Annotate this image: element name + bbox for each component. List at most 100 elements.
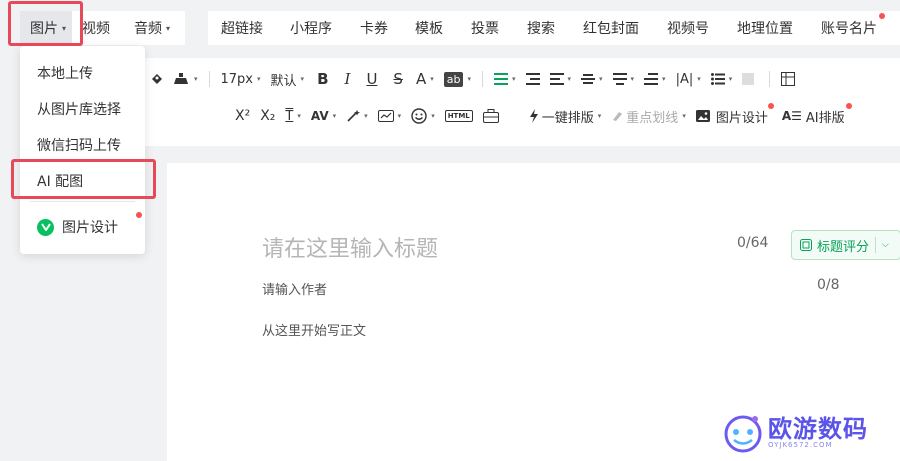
magic-wand-button[interactable]: ▾: [341, 103, 373, 129]
ai-layout-button[interactable]: A☰ AI排版: [777, 103, 852, 129]
tab-coupon[interactable]: 卡券: [350, 11, 405, 45]
new-badge-dot: [767, 103, 774, 109]
chevron-down-icon: ▾: [630, 75, 635, 83]
outdent-button[interactable]: ▾: [545, 66, 577, 92]
tab-image-label: 图片: [30, 21, 58, 37]
line-spacing-button[interactable]: ▾: [576, 66, 608, 92]
menu-item-local-upload[interactable]: 本地上传: [37, 63, 93, 83]
chevron-down-icon: ▾: [599, 75, 603, 83]
letter-spacing-button[interactable]: |A| ▾: [671, 66, 706, 92]
tab-label: 模板: [415, 21, 443, 37]
format-toolbar: ▾ 17px ▾ 默认 ▾ B I U S A ▾ ab ▾ ▾ ▾ ▾ ▾ ▾…: [145, 58, 900, 146]
tab-hyperlink[interactable]: 超链接: [211, 11, 280, 45]
tab-label: 地理位置: [737, 21, 793, 37]
chevron-down-icon: ▾: [682, 112, 686, 120]
font-color-button[interactable]: A ▾: [411, 66, 439, 92]
ai-layout-icon: A☰: [781, 109, 802, 123]
tab-label: 视频号: [667, 21, 709, 37]
superscript-button[interactable]: X²: [230, 103, 255, 129]
italic-button[interactable]: I: [337, 66, 359, 92]
list-button[interactable]: ▾: [706, 66, 738, 92]
title-score-label: 标题评分: [817, 239, 870, 255]
image-design-label: 图片设计: [715, 110, 768, 126]
chevron-down-icon: ▾: [257, 75, 261, 83]
chevron-down-icon: ▾: [397, 112, 402, 120]
first-line-indent-button[interactable]: ▾: [639, 66, 671, 92]
html-icon: HTML: [444, 110, 473, 122]
bold-button[interactable]: B: [309, 66, 336, 92]
emoji-button[interactable]: ▾: [406, 103, 440, 129]
html-button[interactable]: HTML: [440, 103, 478, 129]
divider: [30, 201, 135, 202]
tab-channels[interactable]: 视频号: [657, 11, 727, 45]
tab-account-card[interactable]: 账号名片: [811, 11, 891, 45]
tab-mini-program[interactable]: 小程序: [280, 11, 350, 45]
strikethrough-button[interactable]: S: [385, 66, 411, 92]
chevron-down-icon: ▾: [467, 75, 471, 83]
author-input[interactable]: 请输入作者: [262, 279, 327, 298]
tab-video-label: 视频: [82, 21, 110, 37]
menu-item-image-library[interactable]: 从图片库选择: [37, 99, 121, 119]
block-style-button[interactable]: [737, 66, 763, 92]
key-underline-button[interactable]: 重点划线 ▾: [606, 103, 691, 129]
chevron-down-icon: ▾: [364, 112, 368, 120]
format-row-1: ▾ 17px ▾ 默认 ▾ B I U S A ▾ ab ▾ ▾ ▾ ▾ ▾ ▾…: [145, 61, 800, 97]
tab-red-packet-cover[interactable]: 红包封面: [573, 11, 657, 45]
kerning-button[interactable]: AV ▾: [306, 103, 341, 129]
tab-label: 账号名片: [821, 21, 877, 37]
chevron-down-icon: ▾: [332, 112, 337, 120]
clear-format-icon[interactable]: [145, 66, 169, 92]
divider-insert-button[interactable]: T ▾: [280, 103, 305, 129]
title-score-button[interactable]: 标题评分 ⌵: [791, 230, 900, 260]
title-input[interactable]: 请在这里输入标题: [262, 231, 438, 263]
new-badge-dot: [845, 103, 852, 109]
underline-button[interactable]: U: [358, 66, 385, 92]
tab-template[interactable]: 模板: [405, 11, 461, 45]
watermark-text-block: 欧游数码 OYJK6572.COM: [768, 417, 868, 449]
new-badge-dot: [879, 13, 885, 19]
tab-label: 小程序: [290, 21, 332, 37]
title-counter: 0/64: [737, 235, 769, 251]
toolbox-button[interactable]: [478, 103, 504, 129]
tab-audio-label: 音频: [134, 21, 162, 37]
background-color-button[interactable]: ab ▾: [439, 66, 476, 92]
chevron-down-icon: ▾: [297, 112, 301, 120]
menu-item-wechat-scan-upload[interactable]: 微信扫码上传: [37, 135, 121, 155]
subscript-button[interactable]: X₂: [255, 103, 280, 129]
tab-audio[interactable]: 音频 ▾: [124, 11, 185, 45]
tab-label: 卡券: [360, 21, 388, 37]
chevron-down-icon: ▾: [166, 23, 171, 33]
tab-video[interactable]: 视频: [72, 11, 124, 45]
font-family-value: 默认: [270, 73, 297, 89]
chevron-down-icon: ▾: [697, 75, 701, 83]
format-row-2: X² X₂ T ▾ AV ▾ ▾ ▾ ▾ HTML 一键排版 ▾ 重点划线 ▾ …: [230, 98, 852, 134]
menu-item-ai-image[interactable]: AI 配图: [37, 171, 83, 191]
chevron-down-icon: ▾: [431, 112, 435, 120]
one-click-layout-button[interactable]: 一键排版 ▾: [524, 103, 607, 129]
tab-label: 红包封面: [583, 21, 639, 37]
menu-item-image-design[interactable]: 图片设计: [37, 212, 142, 237]
indent-button[interactable]: [521, 66, 545, 92]
divider: [481, 71, 483, 87]
watermark-logo-icon: [724, 415, 762, 453]
new-badge-dot: [136, 212, 142, 218]
tab-image[interactable]: 图片 ▾: [20, 11, 72, 45]
chevron-down-icon: ▾: [194, 75, 198, 83]
tab-vote[interactable]: 投票: [461, 11, 517, 45]
format-painter-button[interactable]: ▾: [169, 66, 203, 92]
chevron-down-icon: ▾: [567, 75, 572, 83]
body-input[interactable]: 从这里开始写正文: [262, 320, 366, 339]
table-button[interactable]: [776, 66, 800, 92]
image-design-button[interactable]: 图片设计: [691, 103, 774, 129]
chevron-down-icon: ▾: [62, 23, 67, 33]
paragraph-spacing-button[interactable]: ▾: [608, 66, 640, 92]
tab-label: 搜索: [527, 21, 555, 37]
chevron-down-icon[interactable]: ⌵: [882, 240, 889, 250]
align-left-button[interactable]: ▾: [489, 66, 521, 92]
font-family-select[interactable]: 默认 ▾: [266, 66, 310, 92]
tab-search[interactable]: 搜索: [517, 11, 573, 45]
font-size-select[interactable]: 17px ▾: [216, 66, 266, 92]
watermark-text: 欧游数码: [768, 415, 868, 443]
chart-button[interactable]: ▾: [373, 103, 407, 129]
tab-location[interactable]: 地理位置: [727, 11, 811, 45]
